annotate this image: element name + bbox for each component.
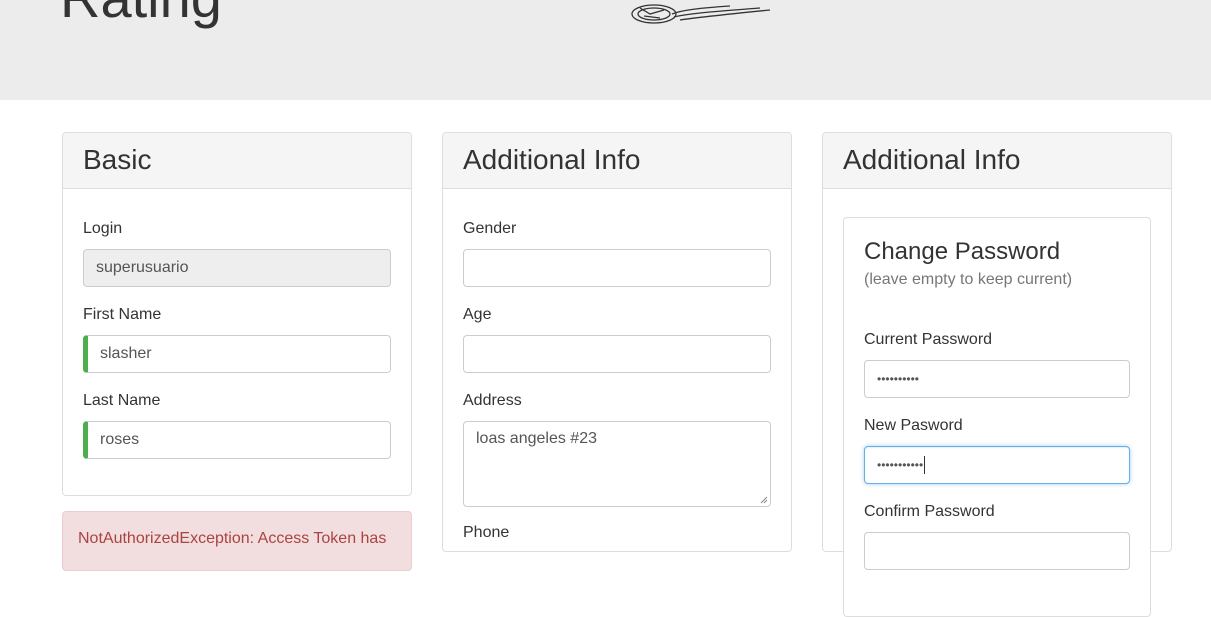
password-panel-title: Additional Info: [843, 144, 1021, 175]
first-name-input[interactable]: slasher: [83, 335, 391, 373]
change-password-title: Change Password: [864, 238, 1061, 265]
gender-input[interactable]: [463, 249, 771, 287]
additional-info-heading: Additional Info: [443, 133, 791, 189]
current-password-label: Current Password: [864, 331, 993, 348]
address-textarea[interactable]: loas angeles #23: [463, 421, 771, 507]
confirm-password-label: Confirm Password: [864, 503, 995, 520]
change-password-card: Change Password (leave empty to keep cur…: [843, 217, 1151, 617]
new-password-input[interactable]: •••••••••••: [864, 446, 1130, 484]
basic-panel: Basic Login superusuario First Name slas…: [62, 132, 412, 496]
new-password-label: New Pasword: [864, 417, 963, 434]
last-name-label: Last Name: [83, 392, 161, 409]
basic-panel-heading: Basic: [63, 133, 411, 189]
change-password-subtitle: (leave empty to keep current): [864, 271, 1073, 288]
address-value: loas angeles #23: [476, 430, 597, 447]
resize-grip-icon[interactable]: [760, 496, 768, 504]
last-name-input[interactable]: roses: [83, 421, 391, 459]
confirm-password-input[interactable]: [864, 532, 1130, 570]
login-input: superusuario: [83, 249, 391, 287]
password-panel-heading: Additional Info: [823, 133, 1171, 189]
page-title: Rating: [60, 0, 222, 26]
address-label: Address: [463, 392, 522, 409]
additional-info-panel: Additional Info Gender Age Address loas …: [442, 132, 792, 552]
phone-label: Phone: [463, 524, 510, 541]
gender-label: Gender: [463, 220, 517, 237]
header-band: Rating: [0, 0, 1211, 100]
motorcycle-illustration-icon: [631, 4, 771, 24]
new-password-value: •••••••••••: [877, 458, 924, 472]
age-label: Age: [463, 306, 492, 323]
additional-info-title: Additional Info: [463, 144, 641, 175]
current-password-input[interactable]: ••••••••••: [864, 360, 1130, 398]
error-alert: NotAuthorizedException: Access Token has: [62, 511, 412, 571]
age-input[interactable]: [463, 335, 771, 373]
password-panel: Additional Info Change Password (leave e…: [822, 132, 1172, 617]
basic-panel-title: Basic: [83, 144, 152, 175]
text-caret: [924, 455, 926, 474]
login-label: Login: [83, 220, 123, 237]
current-password-value: ••••••••••: [877, 372, 920, 386]
first-name-label: First Name: [83, 306, 162, 323]
